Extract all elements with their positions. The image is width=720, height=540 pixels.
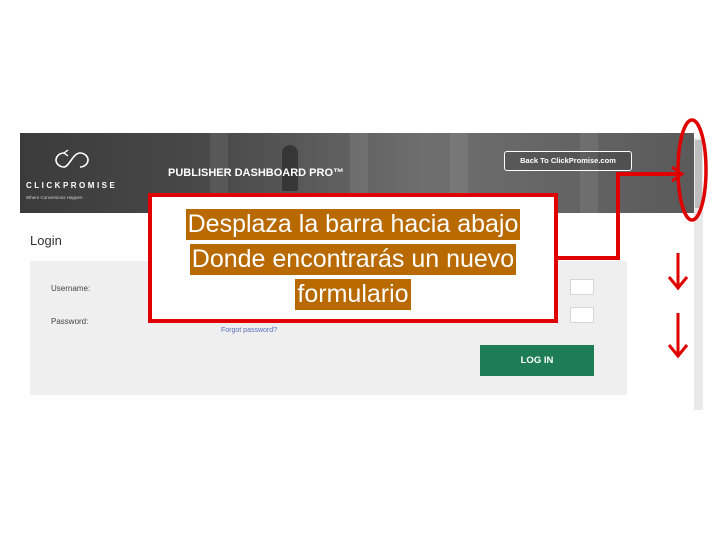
username-input[interactable]	[570, 279, 594, 295]
instruction-callout: Desplaza la barra hacia abajo Donde enco…	[148, 193, 558, 323]
vertical-scrollbar[interactable]	[694, 138, 703, 410]
infinity-arrow-icon	[55, 149, 89, 168]
login-heading: Login	[30, 233, 62, 248]
app-title: PUBLISHER DASHBOARD PRO™	[168, 167, 345, 179]
callout-line-1: Desplaza la barra hacia abajo	[185, 209, 521, 240]
scrollbar-thumb[interactable]	[695, 140, 702, 208]
brand-tagline: Where Conversions Happen	[26, 195, 83, 200]
clickpromise-logo[interactable]: CLICKPROMISE Where Conversions Happen	[26, 149, 118, 209]
callout-line-3: formulario	[295, 279, 411, 310]
username-label: Username:	[51, 284, 91, 293]
password-input[interactable]	[570, 307, 594, 323]
forgot-password-link[interactable]: Forgot password?	[221, 327, 277, 334]
header-background-column	[580, 133, 598, 213]
callout-line-2: Donde encontrarás un nuevo	[189, 244, 517, 275]
callout-text: Desplaza la barra hacia abajo Donde enco…	[152, 207, 554, 312]
password-label: Password:	[51, 317, 89, 326]
brand-name: CLICKPROMISE	[26, 181, 118, 190]
login-button[interactable]: LOG IN	[480, 345, 594, 376]
back-to-site-button[interactable]: Back To ClickPromise.com	[504, 151, 632, 171]
